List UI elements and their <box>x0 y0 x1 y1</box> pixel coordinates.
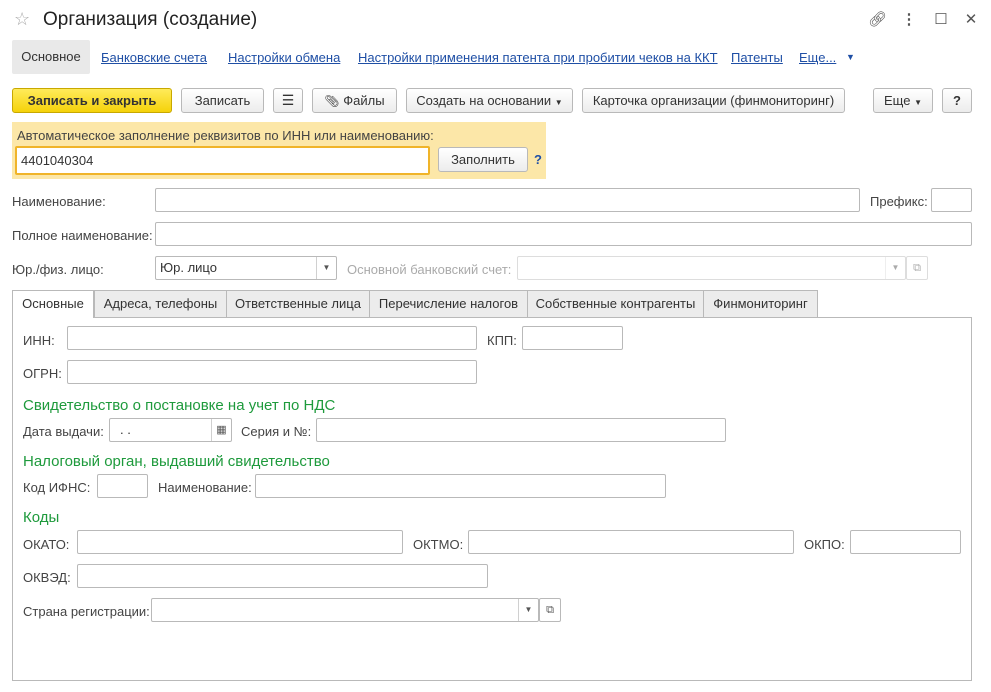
prefix-label: Префикс: <box>870 194 928 209</box>
full-name-label: Полное наименование: <box>12 228 153 243</box>
tab-basic[interactable]: Основные <box>12 290 94 319</box>
tax-authority-name-input[interactable] <box>255 474 666 498</box>
save-button[interactable]: Записать <box>181 88 264 113</box>
files-button[interactable]: 📎︎ Файлы <box>312 88 397 113</box>
nav-more-chevron-icon[interactable]: ▼ <box>846 52 855 62</box>
nav-exchange-settings[interactable]: Настройки обмена <box>228 50 340 65</box>
ifns-code-input[interactable] <box>97 474 148 498</box>
autofill-input-value: 4401040304 <box>21 153 94 168</box>
series-input[interactable] <box>316 418 726 442</box>
autofill-input[interactable]: 4401040304 <box>15 146 430 175</box>
ifns-code-label: Код ИФНС: <box>23 480 91 495</box>
okved-input[interactable] <box>77 564 488 588</box>
nav-patent-settings[interactable]: Настройки применения патента при пробити… <box>358 50 718 65</box>
nav-more[interactable]: Еще... <box>799 50 836 65</box>
series-label: Серия и №: <box>241 424 312 439</box>
prefix-input[interactable] <box>931 188 972 212</box>
fill-button[interactable]: Заполнить <box>438 147 528 172</box>
tab-own-contractors[interactable]: Собственные контрагенты <box>527 290 704 318</box>
org-card-button[interactable]: Карточка организации (финмониторинг) <box>582 88 845 113</box>
tax-authority-heading: Налоговый орган, выдавший свидетельство <box>23 453 330 470</box>
create-based-on-button[interactable]: Создать на основании ▼ <box>406 88 573 113</box>
inn-input[interactable] <box>67 326 477 350</box>
codes-heading: Коды <box>23 509 60 526</box>
list-view-button[interactable]: ☰ <box>273 88 303 113</box>
more-vertical-icon[interactable]: ⋮ <box>900 10 918 28</box>
oktmo-label: ОКТМО: <box>413 537 464 552</box>
name-label: Наименование: <box>12 194 106 209</box>
chevron-down-icon[interactable]: ▼ <box>518 599 538 621</box>
issue-date-input[interactable]: . . ▦ <box>109 418 232 442</box>
ogrn-label: ОГРН: <box>23 366 62 381</box>
okved-label: ОКВЭД: <box>23 570 71 585</box>
inn-label: ИНН: <box>23 333 55 348</box>
nav-bank-accounts[interactable]: Банковские счета <box>101 50 207 65</box>
more-button-label: Еще <box>884 93 911 108</box>
full-name-input[interactable] <box>155 222 972 246</box>
save-and-close-button[interactable]: Записать и закрыть <box>12 88 172 113</box>
paperclip-icon: 📎︎ <box>324 94 340 108</box>
kpp-label: КПП: <box>487 333 517 348</box>
create-based-on-label: Создать на основании <box>416 93 552 108</box>
tab-finmonitoring[interactable]: Финмониторинг <box>703 290 818 318</box>
okpo-input[interactable] <box>850 530 961 554</box>
chevron-down-icon: ▼ <box>914 98 922 107</box>
link-icon[interactable]: 🔗︎ <box>868 10 887 28</box>
entity-type-select[interactable]: Юр. лицо ▼ <box>155 256 337 280</box>
vat-certificate-heading: Свидетельство о постановке на учет по НД… <box>23 397 336 414</box>
okpo-label: ОКПО: <box>804 537 845 552</box>
tab-active-joint <box>13 316 93 318</box>
open-icon[interactable]: ⧉ <box>539 598 561 622</box>
entity-type-label: Юр./физ. лицо: <box>12 262 104 277</box>
calendar-icon[interactable]: ▦ <box>211 419 231 441</box>
files-button-label: Файлы <box>343 93 385 108</box>
tab-responsible[interactable]: Ответственные лица <box>226 290 370 318</box>
open-icon[interactable]: ⧉ <box>906 256 928 280</box>
list-icon: ☰ <box>281 92 295 108</box>
tax-authority-name-label: Наименование: <box>158 480 252 495</box>
maximize-icon[interactable]: ☐ <box>932 10 950 28</box>
issue-date-label: Дата выдачи: <box>23 424 104 439</box>
tab-taxes[interactable]: Перечисление налогов <box>369 290 528 318</box>
country-label: Страна регистрации: <box>23 604 150 619</box>
chevron-down-icon[interactable]: ▼ <box>316 257 336 279</box>
more-button[interactable]: Еще ▼ <box>873 88 933 113</box>
window-title: Организация (создание) <box>43 9 258 30</box>
okato-label: ОКАТО: <box>23 537 70 552</box>
okato-input[interactable] <box>77 530 403 554</box>
autofill-help-icon[interactable]: ? <box>534 152 542 167</box>
country-select[interactable]: ▼ <box>151 598 539 622</box>
tab-addresses[interactable]: Адреса, телефоны <box>94 290 227 318</box>
autofill-label: Автоматическое заполнение реквизитов по … <box>17 128 434 143</box>
kpp-input[interactable] <box>522 326 623 350</box>
bank-account-select[interactable]: ▼ <box>517 256 906 280</box>
chevron-down-icon: ▼ <box>554 98 563 107</box>
ogrn-input[interactable] <box>67 360 477 384</box>
entity-type-value: Юр. лицо <box>160 260 217 275</box>
nav-patents[interactable]: Патенты <box>731 50 783 65</box>
close-icon[interactable]: ✕ <box>962 10 980 28</box>
oktmo-input[interactable] <box>468 530 794 554</box>
nav-main[interactable]: Основное <box>12 40 90 74</box>
favorite-star-icon[interactable]: ☆ <box>14 9 30 30</box>
chevron-down-icon[interactable]: ▼ <box>885 257 905 279</box>
name-input[interactable] <box>155 188 860 212</box>
bank-account-label: Основной банковский счет: <box>347 262 512 277</box>
help-button[interactable]: ? <box>942 88 972 113</box>
